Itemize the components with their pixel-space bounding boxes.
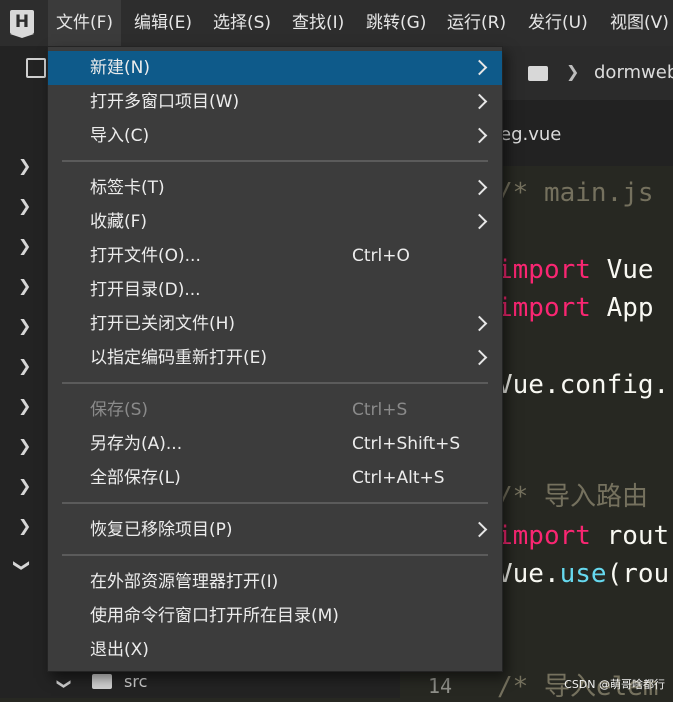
menu-separator xyxy=(62,502,488,504)
chevron-right-icon[interactable]: ❯ xyxy=(18,156,31,175)
menu-select[interactable]: 选择(S) xyxy=(205,0,279,46)
menu-item-save-as[interactable]: 另存为(A)... Ctrl+Shift+S xyxy=(48,427,502,461)
menu-item-save[interactable]: 保存(S) Ctrl+S xyxy=(48,393,502,427)
hbuilder-logo-icon: H xyxy=(10,10,34,34)
code-line: import App xyxy=(497,293,654,323)
code-line: /* 导入路由 xyxy=(497,482,648,512)
menu-item-new[interactable]: 新建(N) xyxy=(48,51,502,85)
menu-item-tabs[interactable]: 标签卡(T) xyxy=(48,171,502,205)
chevron-right-icon[interactable]: ❯ xyxy=(18,516,31,535)
folder-icon xyxy=(528,66,548,81)
new-project-icon[interactable] xyxy=(26,58,46,78)
chevron-right-icon[interactable]: ❯ xyxy=(18,276,31,295)
chevron-right-icon: ❯ xyxy=(566,62,580,81)
menu-item-reopen-with-encoding[interactable]: 以指定编码重新打开(E) xyxy=(48,341,502,375)
code-line: Vue.config. xyxy=(497,370,670,400)
submenu-arrow-icon xyxy=(471,315,488,332)
chevron-right-icon[interactable]: ❯ xyxy=(18,236,31,255)
chevron-right-icon[interactable]: ❯ xyxy=(18,476,31,495)
menu-separator xyxy=(62,160,488,162)
code-line: import Vue xyxy=(497,255,654,285)
folder-icon xyxy=(92,674,112,689)
menu-item-open-file[interactable]: 打开文件(O)... Ctrl+O xyxy=(48,239,502,273)
menubar: H 文件(F) 编辑(E) 选择(S) 查找(I) 跳转(G) 运行(R) 发行… xyxy=(0,0,673,47)
menu-run[interactable]: 运行(R) xyxy=(439,0,514,46)
menu-item-favorites[interactable]: 收藏(F) xyxy=(48,205,502,239)
shortcut-label: Ctrl+S xyxy=(352,400,408,420)
chevron-right-icon[interactable]: ❯ xyxy=(18,436,31,455)
chevron-right-icon[interactable]: ❯ xyxy=(18,196,31,215)
tree-item-label: src xyxy=(124,672,148,691)
submenu-arrow-icon xyxy=(471,521,488,538)
menu-item-restore-removed[interactable]: 恢复已移除项目(P) xyxy=(48,513,502,547)
submenu-arrow-icon xyxy=(471,127,488,144)
menu-item-open-directory[interactable]: 打开目录(D)... xyxy=(48,273,502,307)
chevron-right-icon[interactable]: ❯ xyxy=(18,356,31,375)
shortcut-label: Ctrl+Alt+S xyxy=(352,468,445,488)
menu-item-import[interactable]: 导入(C) xyxy=(48,119,502,153)
shortcut-label: Ctrl+O xyxy=(352,246,410,266)
chevron-right-icon[interactable]: ❯ xyxy=(18,316,31,335)
submenu-arrow-icon xyxy=(471,93,488,110)
menu-separator xyxy=(62,554,488,556)
submenu-arrow-icon xyxy=(471,179,488,196)
menu-goto[interactable]: 跳转(G) xyxy=(358,0,434,46)
menu-separator xyxy=(62,382,488,384)
menu-item-open-multi-window[interactable]: 打开多窗口项目(W) xyxy=(48,85,502,119)
code-line: /* main.js xyxy=(497,178,654,208)
code-line: Vue.use(rou xyxy=(497,559,670,589)
menu-item-exit[interactable]: 退出(X) xyxy=(48,633,502,667)
editor-tab[interactable]: eg.vue xyxy=(500,124,561,145)
shortcut-label: Ctrl+Shift+S xyxy=(352,434,461,454)
tree-item-src[interactable]: src xyxy=(60,672,147,691)
line-number: 14 xyxy=(428,674,453,698)
menu-view[interactable]: 视图(V) xyxy=(602,0,673,46)
menu-edit[interactable]: 编辑(E) xyxy=(126,0,200,46)
menu-find[interactable]: 查找(I) xyxy=(284,0,352,46)
menu-item-save-all[interactable]: 全部保存(L) Ctrl+Alt+S xyxy=(48,461,502,495)
file-menu-dropdown: 新建(N) 打开多窗口项目(W) 导入(C) 标签卡(T) 收藏(F) 打开文件… xyxy=(47,46,503,672)
chevron-right-icon[interactable]: ❯ xyxy=(18,396,31,415)
menu-item-open-in-explorer[interactable]: 在外部资源管理器打开(I) xyxy=(48,565,502,599)
menu-item-open-in-terminal[interactable]: 使用命令行窗口打开所在目录(M) xyxy=(48,599,502,633)
watermark: CSDN @萌哥啥都行 xyxy=(564,678,665,691)
menu-publish[interactable]: 发行(U) xyxy=(520,0,596,46)
submenu-arrow-icon xyxy=(471,59,488,76)
chevron-down-icon[interactable]: ❯ xyxy=(13,559,32,572)
menu-file[interactable]: 文件(F) xyxy=(48,0,122,46)
menu-item-open-closed-file[interactable]: 打开已关闭文件(H) xyxy=(48,307,502,341)
code-line: import rout xyxy=(497,521,670,551)
submenu-arrow-icon xyxy=(471,349,488,366)
submenu-arrow-icon xyxy=(471,213,488,230)
breadcrumb[interactable]: dormweb xyxy=(594,62,673,83)
